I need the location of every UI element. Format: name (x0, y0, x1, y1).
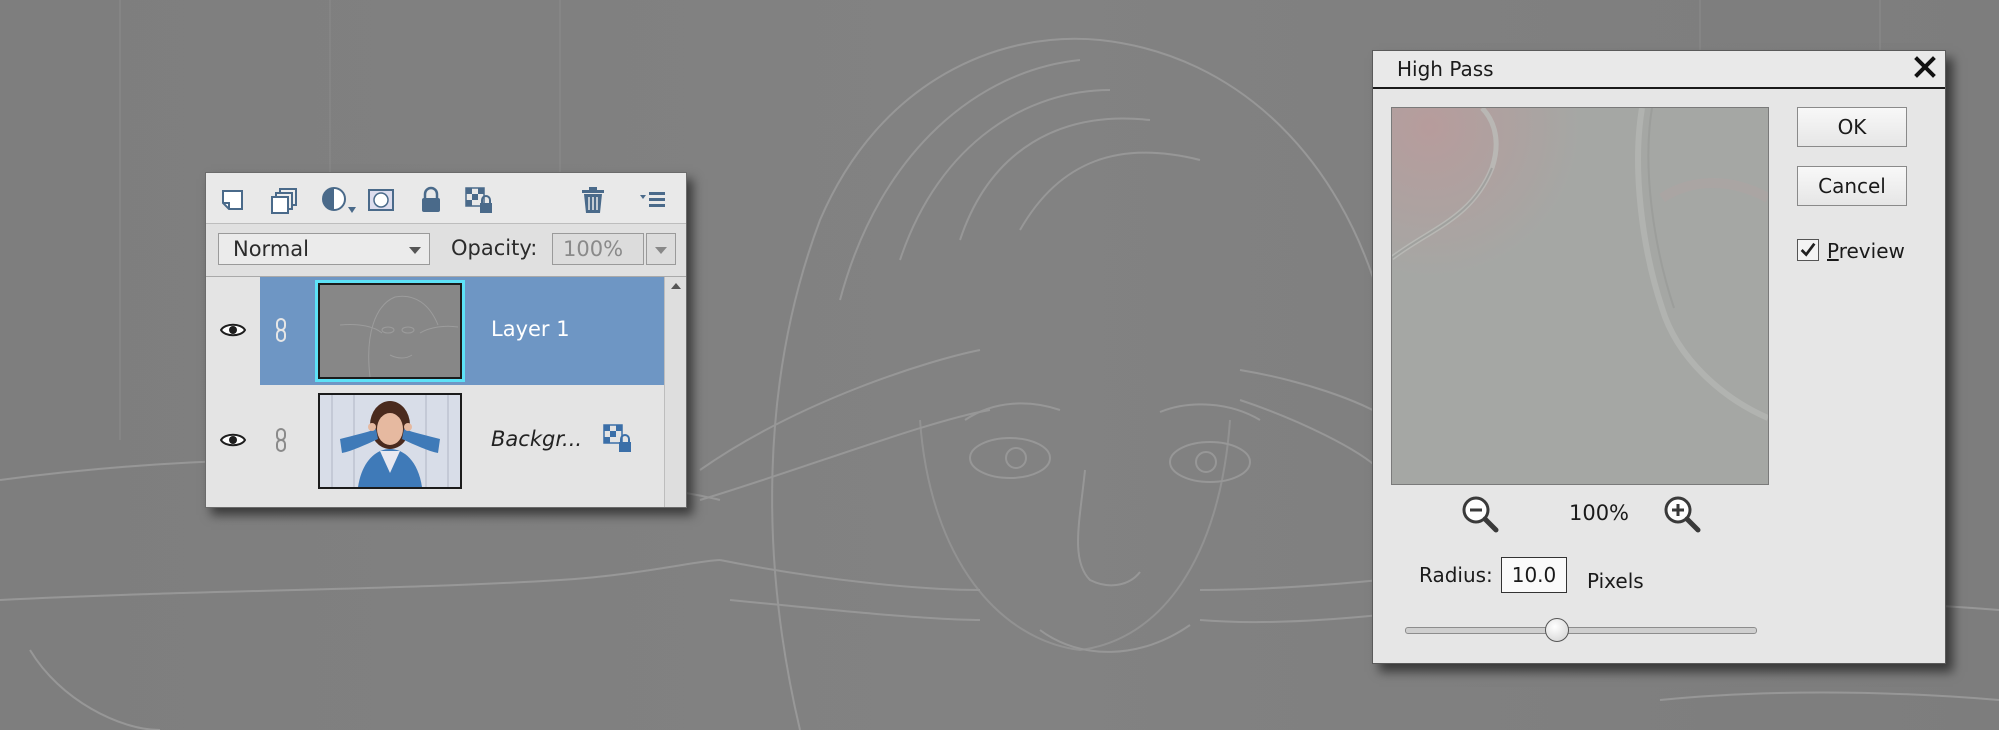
preview-label[interactable]: Preview (1827, 239, 1905, 263)
zoom-in-icon[interactable] (1661, 493, 1703, 535)
layers-scrollbar[interactable] (664, 277, 686, 507)
layer-link-icon[interactable] (275, 317, 287, 343)
visibility-eye-icon[interactable] (220, 321, 246, 339)
layer-row-layer-1[interactable]: Layer 1 (206, 277, 664, 385)
cancel-button[interactable]: Cancel (1797, 166, 1907, 206)
lock-all-icon[interactable] (416, 185, 446, 215)
dialog-title: High Pass (1397, 57, 1494, 81)
zoom-out-icon[interactable] (1459, 493, 1501, 535)
high-pass-dialog: High Pass 100% Radius: 10.0 Pixels OK Ca… (1372, 50, 1946, 664)
close-icon[interactable] (1911, 53, 1939, 81)
visibility-eye-icon[interactable] (220, 431, 246, 449)
preview-mnemonic: P (1827, 239, 1839, 263)
new-group-icon[interactable] (270, 185, 300, 215)
filter-preview-window[interactable] (1391, 107, 1769, 485)
layer-lock-icon (603, 424, 631, 452)
new-layer-icon[interactable] (218, 185, 248, 215)
radius-unit-label: Pixels (1587, 569, 1644, 593)
ok-button[interactable]: OK (1797, 107, 1907, 147)
blend-mode-select[interactable]: Normal (218, 233, 430, 265)
background-thumbnail (318, 393, 462, 489)
radius-slider-thumb[interactable] (1544, 618, 1569, 642)
opacity-dropdown-button[interactable] (646, 233, 676, 265)
dialog-title-bar[interactable]: High Pass (1373, 51, 1945, 89)
panel-menu-icon[interactable] (638, 185, 668, 215)
layers-panel: Normal Opacity: 100% Layer 1 Backgr... (205, 172, 687, 508)
opacity-input[interactable]: 100% (552, 233, 644, 265)
blend-opacity-row: Normal Opacity: 100% (206, 224, 686, 277)
layer-row-background[interactable]: Backgr... (206, 387, 664, 495)
radius-input[interactable]: 10.0 (1501, 557, 1567, 593)
zoom-level: 100% (1568, 501, 1630, 525)
adjustment-layer-icon[interactable] (320, 185, 360, 215)
lock-transparency-icon[interactable] (464, 185, 494, 215)
layer-name[interactable]: Backgr... (491, 427, 582, 451)
radius-label: Radius: (1419, 563, 1493, 587)
trash-icon[interactable] (578, 185, 608, 215)
preview-checkbox[interactable] (1797, 239, 1819, 261)
opacity-label: Opacity: (451, 236, 538, 260)
preview-image (1392, 108, 1768, 484)
photo-thumbnail-image (320, 395, 460, 487)
layers-toolbar (206, 173, 686, 224)
chevron-down-icon (409, 247, 421, 254)
layer-name[interactable]: Layer 1 (491, 317, 570, 341)
highpass-thumbnail-image (320, 285, 460, 377)
layer-link-icon[interactable] (275, 427, 287, 453)
preview-label-rest: review (1838, 239, 1905, 263)
layer-mask-icon[interactable] (366, 185, 396, 215)
chevron-down-icon (655, 247, 667, 254)
layer-1-thumbnail (315, 280, 465, 382)
blend-mode-value: Normal (233, 237, 309, 261)
scroll-up-icon[interactable] (671, 283, 681, 289)
radius-slider-track[interactable] (1405, 627, 1757, 634)
